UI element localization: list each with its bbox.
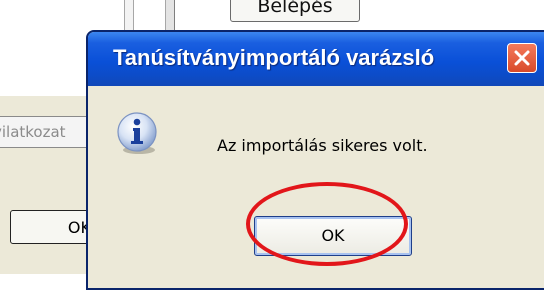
- dialog-title: Tanúsítványimportáló varázsló: [113, 45, 435, 70]
- info-icon: [117, 112, 157, 154]
- login-button[interactable]: Belépés: [230, 0, 360, 22]
- background-ok-button[interactable]: OK: [10, 210, 98, 244]
- background-input[interactable]: vilatkozat: [0, 116, 96, 148]
- certificate-import-dialog: Tanúsítványimportáló varázsló Az importá…: [86, 30, 544, 290]
- ok-button[interactable]: OK: [254, 216, 412, 256]
- dialog-body: Az importálás sikeres volt. OK: [88, 86, 544, 288]
- dialog-titlebar[interactable]: Tanúsítványimportáló varázsló: [88, 32, 544, 86]
- close-button[interactable]: [507, 43, 537, 73]
- dialog-message: Az importálás sikeres volt.: [217, 136, 428, 155]
- background-input-text: vilatkozat: [0, 123, 66, 141]
- close-icon: [514, 50, 530, 66]
